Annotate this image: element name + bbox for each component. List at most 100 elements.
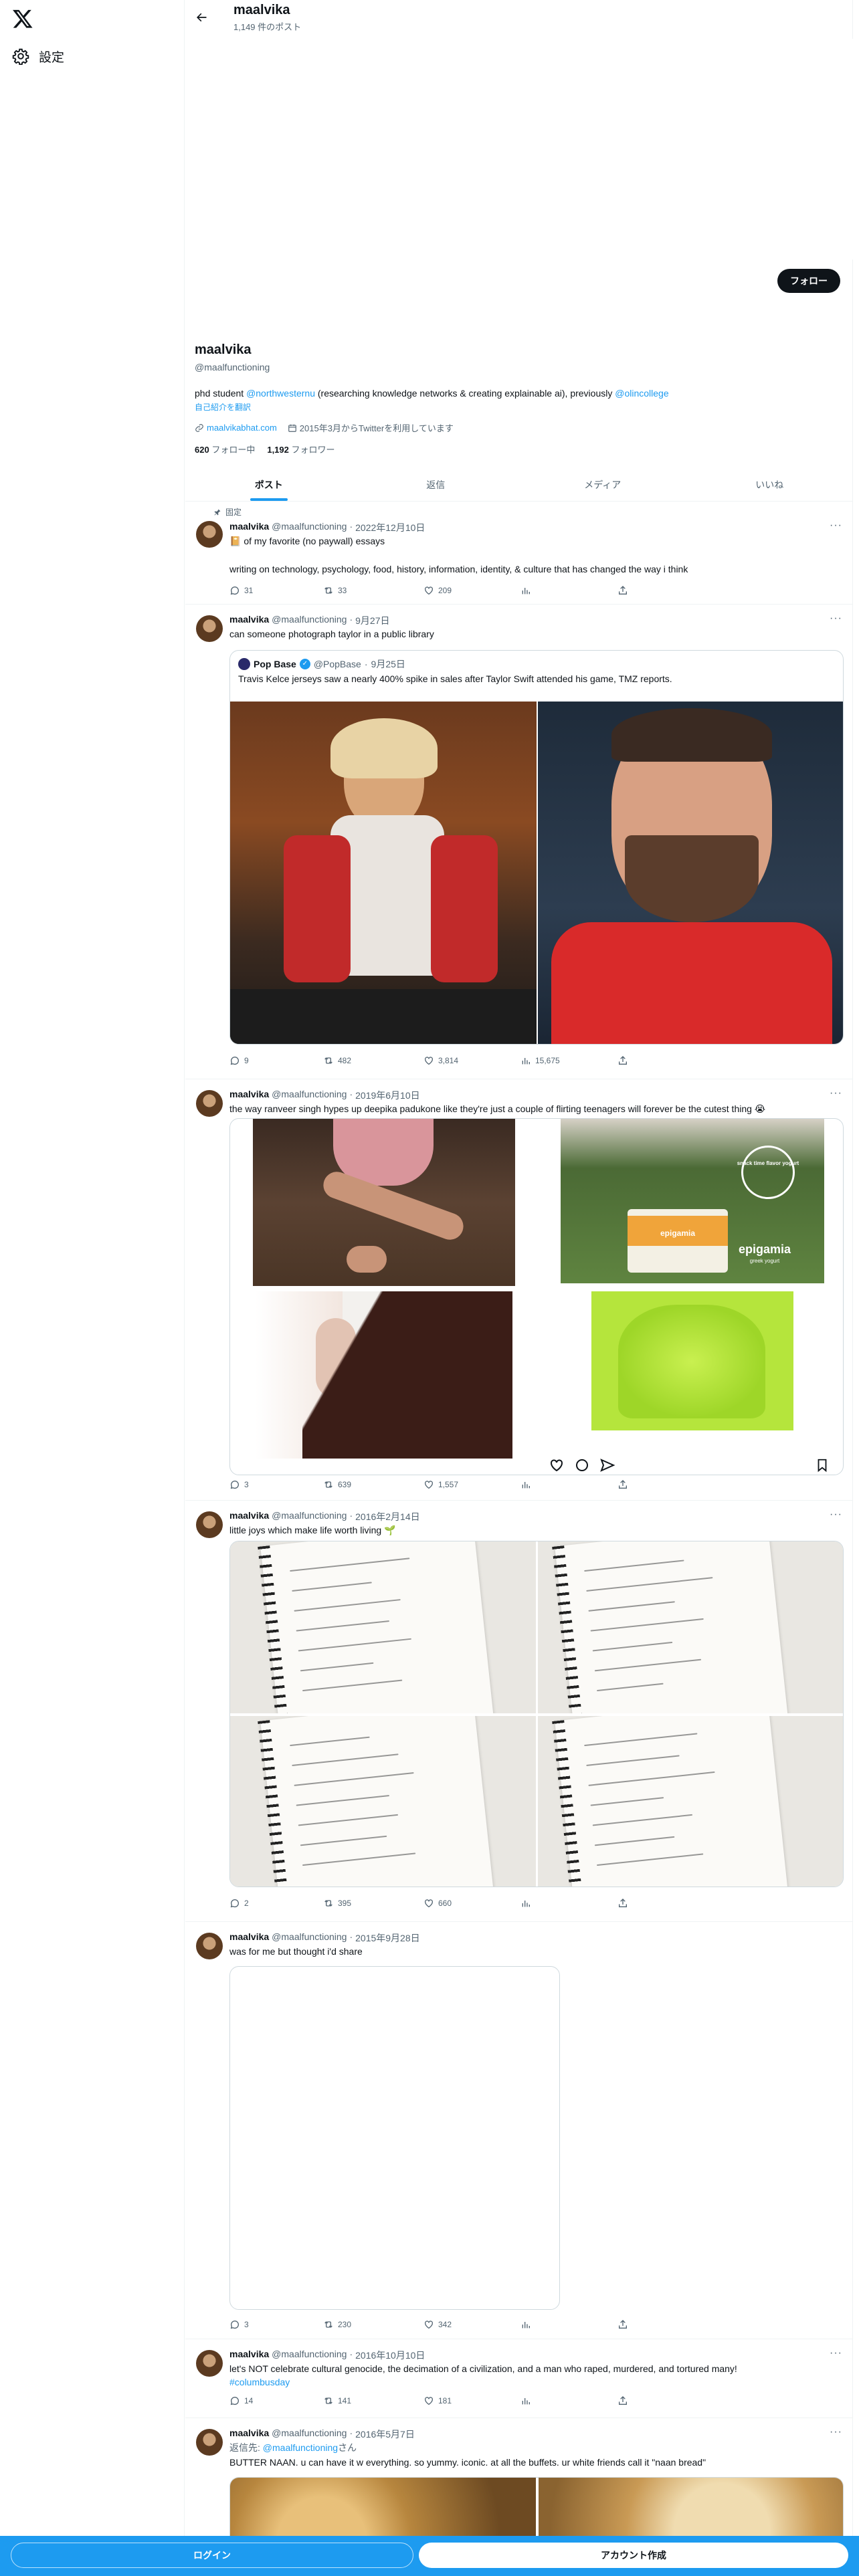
quote-image-right[interactable] [538,702,843,1044]
tab-replies[interactable]: 返信 [353,468,520,501]
like-button[interactable]: 660 [423,1898,452,1909]
avatar[interactable] [196,615,223,642]
following-link[interactable]: 620 フォロー中 [195,443,255,455]
like-button[interactable]: 3,814 [423,1055,458,1066]
more-options-icon[interactable]: ··· [830,2426,842,2438]
tweet-date[interactable]: 2022年12月10日 [355,521,425,534]
views-button[interactable] [520,2319,531,2330]
share-button[interactable] [617,1898,628,1909]
more-options-icon[interactable]: ··· [830,1509,842,1521]
tweet-media-image[interactable] [229,1966,560,2310]
avatar[interactable] [196,1933,223,1959]
more-options-icon[interactable]: ··· [830,1087,842,1099]
reply-button[interactable]: 14 [229,2395,253,2406]
tweet-author-handle[interactable]: @maalfunctioning [272,1931,347,1945]
reply-button[interactable]: 3 [229,2319,249,2330]
repost-button[interactable]: 230 [323,2319,351,2330]
tweet-date[interactable]: 2015年9月28日 [355,1931,420,1945]
tab-posts[interactable]: ポスト [185,468,353,501]
like-button[interactable]: 181 [423,2395,452,2406]
quote-image-left[interactable] [230,702,537,1044]
views-button[interactable]: 15,675 [520,1055,560,1066]
like-button[interactable]: 1,557 [423,1479,458,1490]
media-image[interactable] [538,1716,843,1887]
x-logo-icon[interactable] [12,8,33,29]
share-button[interactable] [617,2319,628,2330]
tweet-media-grid[interactable] [229,1541,844,1887]
tweet-author-name[interactable]: maalvika [229,521,269,534]
tweet-author-handle[interactable]: @maalfunctioning [272,2349,347,2362]
like-button[interactable]: 209 [423,585,452,596]
views-button[interactable] [520,2395,531,2406]
media-image[interactable] [256,1291,512,1459]
views-button[interactable] [520,1898,531,1909]
login-button[interactable]: ログイン [11,2543,413,2568]
tweet-author-handle[interactable]: @maalfunctioning [272,1089,347,1102]
nav-settings[interactable]: 設定 [12,43,64,70]
follow-button[interactable]: フォロー [777,269,840,293]
media-image[interactable] [538,1541,843,1713]
tweet-date[interactable]: 2019年6月10日 [355,1089,420,1102]
tweet-media-grid[interactable]: snack time flavor yogurt epigamia epigam… [229,1118,844,1475]
tweet-date[interactable]: 2016年10月10日 [355,2349,425,2362]
share-button[interactable] [617,1479,628,1490]
tweet-author-handle[interactable]: @maalfunctioning [272,521,347,534]
repost-button[interactable]: 141 [323,2395,351,2406]
bio-mention-northwestern[interactable]: @northwesternu [246,388,315,399]
more-options-icon[interactable]: ··· [830,520,842,532]
repost-button[interactable]: 482 [323,1055,351,1066]
tweet[interactable]: maalvika @maalfunctioning · 2016年2月14日 ·… [185,1501,853,1922]
more-options-icon[interactable]: ··· [830,613,842,625]
tweet-author-name[interactable]: maalvika [229,1931,269,1945]
tweet-author-name[interactable]: maalvika [229,1510,269,1523]
reply-button[interactable]: 9 [229,1055,249,1066]
share-button[interactable] [617,2395,628,2406]
like-button[interactable]: 342 [423,2319,452,2330]
tweet[interactable]: maalvika @maalfunctioning · 2016年10月10日 … [185,2339,853,2418]
avatar[interactable] [196,2350,223,2377]
media-image-ad[interactable]: snack time flavor yogurt epigamia epigam… [561,1119,824,1283]
media-image[interactable] [230,1716,536,1887]
profile-website[interactable]: maalvikabhat.com [207,423,277,433]
reply-button[interactable]: 2 [229,1898,249,1909]
bio-mention-olin[interactable]: @olincollege [615,388,668,399]
repost-button[interactable]: 33 [323,585,347,596]
hashtag-link[interactable]: #columbusday [229,2375,838,2389]
followers-link[interactable]: 1,192 フォロワー [267,443,335,455]
tweet-date[interactable]: 2016年2月14日 [355,1510,420,1523]
tweet-author-handle[interactable]: @maalfunctioning [272,2428,347,2441]
media-image[interactable] [591,1291,793,1430]
reply-button[interactable]: 3 [229,1479,249,1490]
tweet-author-name[interactable]: maalvika [229,2428,269,2441]
avatar[interactable] [196,2429,223,2456]
views-button[interactable] [520,585,531,596]
media-image[interactable] [230,1541,536,1713]
tweet-date[interactable]: 2016年5月7日 [355,2428,415,2441]
back-button[interactable] [192,8,211,27]
tweet-author-name[interactable]: maalvika [229,2349,269,2362]
more-options-icon[interactable]: ··· [830,2347,842,2359]
repost-button[interactable]: 639 [323,1479,351,1490]
avatar[interactable] [196,1090,223,1117]
tab-media[interactable]: メディア [519,468,686,501]
tweet-author-handle[interactable]: @maalfunctioning [272,614,347,627]
create-account-button[interactable]: アカウント作成 [419,2543,848,2568]
tweet-author-handle[interactable]: @maalfunctioning [272,1510,347,1523]
tweet-author-name[interactable]: maalvika [229,1089,269,1102]
tweet[interactable]: maalvika @maalfunctioning · 2015年9月28日 w… [185,1922,853,2339]
tab-likes[interactable]: いいね [686,468,854,501]
tweet[interactable]: maalvika @maalfunctioning · 2019年6月10日 ·… [185,1079,853,1501]
avatar[interactable] [196,521,223,548]
reply-to-link[interactable]: @maalfunctioning [263,2442,338,2453]
tweet[interactable]: maalvika @maalfunctioning · 9月27日 ··· ca… [185,605,853,1079]
tweet-author-name[interactable]: maalvika [229,614,269,627]
views-button[interactable] [520,1479,531,1490]
media-image[interactable] [253,1119,515,1286]
tweet[interactable]: 固定 maalvika @maalfunctioning · 2022年12月1… [185,502,853,605]
quote-tweet[interactable]: Pop Base ✓ @PopBase · 9月25日 Travis Kelce… [229,650,844,1045]
tweet-date[interactable]: 9月27日 [355,614,389,627]
avatar[interactable] [196,1511,223,1538]
share-button[interactable] [617,1055,628,1066]
reply-button[interactable]: 31 [229,585,253,596]
translate-bio-link[interactable]: 自己紹介を翻訳 [195,401,251,413]
